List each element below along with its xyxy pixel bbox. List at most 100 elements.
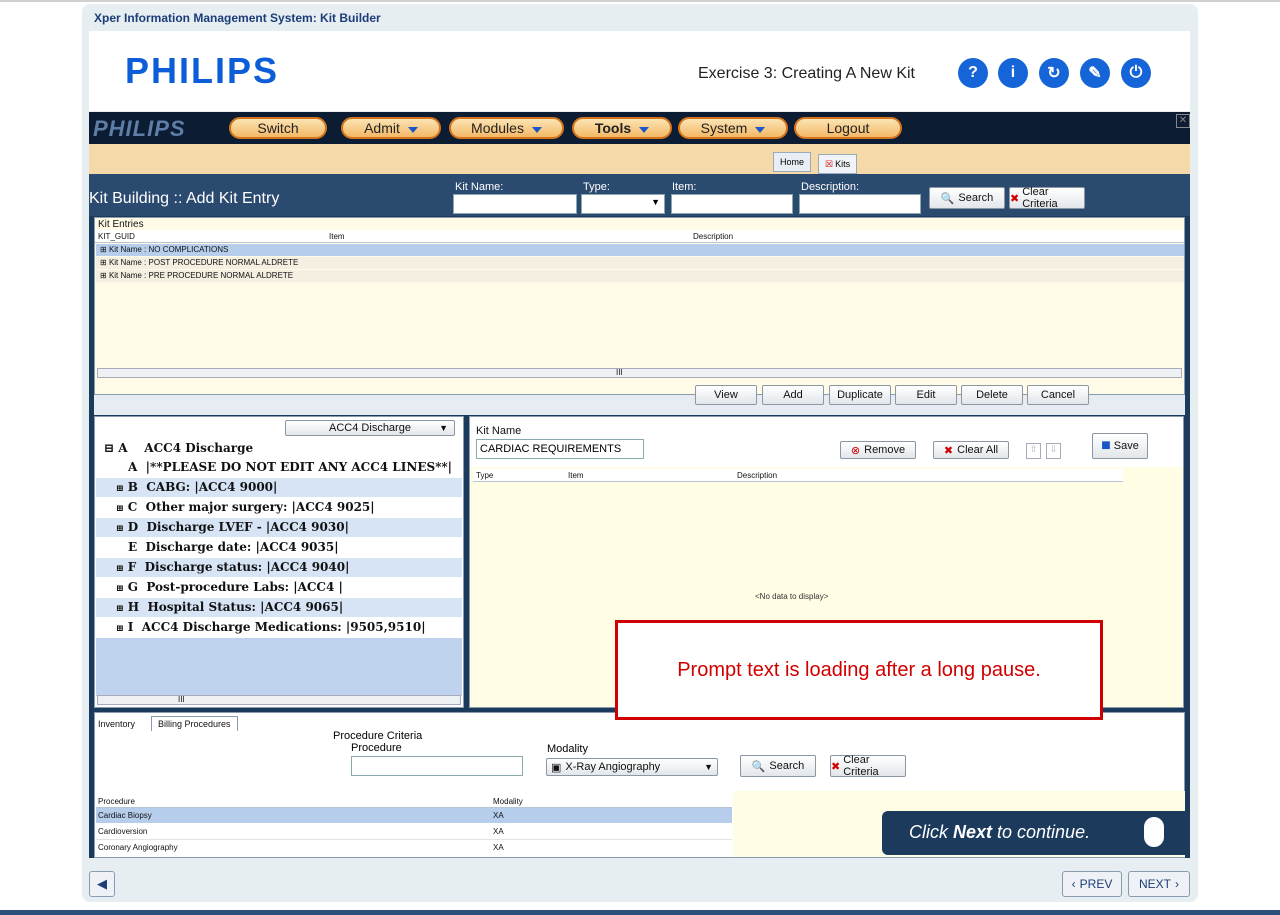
menu-modules[interactable]: Modules bbox=[449, 117, 564, 139]
save-button[interactable]: ■ Save bbox=[1092, 433, 1148, 459]
expand-icon[interactable]: ⊞ bbox=[116, 584, 124, 594]
menu-logout[interactable]: Logout bbox=[794, 117, 902, 139]
clear-all-button[interactable]: ✖ Clear All bbox=[933, 441, 1009, 459]
menu-system[interactable]: System bbox=[678, 117, 788, 139]
type-select[interactable]: ▼ bbox=[581, 194, 665, 214]
xray-icon: ▣ bbox=[551, 761, 562, 774]
horizontal-scrollbar[interactable]: III bbox=[97, 368, 1182, 378]
mouse-icon bbox=[1144, 817, 1164, 847]
expand-icon[interactable]: ⊞ bbox=[116, 624, 124, 634]
procedure-input[interactable] bbox=[351, 756, 523, 776]
clear-criteria-button[interactable]: ✖ Clear Criteria bbox=[1009, 186, 1085, 210]
expand-icon[interactable]: ⊞ bbox=[116, 504, 124, 514]
add-label: Add bbox=[783, 389, 803, 401]
column-header: Description bbox=[737, 471, 778, 480]
tree-node[interactable]: A |**PLEASE DO NOT EDIT ANY ACC4 LINES**… bbox=[96, 458, 462, 477]
tree-node-key: F bbox=[127, 560, 137, 574]
tab-home[interactable]: Home bbox=[773, 152, 812, 172]
chevron-down-icon: ▼ bbox=[704, 762, 713, 772]
audio-button[interactable]: ◀ bbox=[89, 871, 115, 897]
info-button[interactable]: i bbox=[998, 58, 1028, 88]
tree-node[interactable]: ⊞ H Hospital Status: |ACC4 9065| bbox=[96, 598, 462, 617]
duplicate-button[interactable]: Duplicate bbox=[829, 385, 891, 405]
kit-name-input[interactable] bbox=[453, 194, 577, 214]
chevron-down-icon: ▼ bbox=[651, 197, 660, 207]
menu-tools[interactable]: Tools bbox=[572, 117, 672, 139]
procedure-search-button[interactable]: 🔍 Search bbox=[740, 755, 816, 777]
tree-node[interactable]: ⊞ D Discharge LVEF - |ACC4 9030| bbox=[96, 518, 462, 537]
cancel-button[interactable]: Cancel bbox=[1027, 385, 1089, 405]
clear-icon: ✖ bbox=[1010, 192, 1020, 205]
next-button[interactable]: NEXT › bbox=[1128, 871, 1190, 897]
edit-button[interactable]: Edit bbox=[895, 385, 957, 405]
procedure-clear-button[interactable]: ✖ Clear Criteria bbox=[830, 754, 906, 778]
cancel-label: Cancel bbox=[1040, 389, 1076, 401]
chevron-right-icon: › bbox=[1175, 877, 1179, 891]
tree-node[interactable]: E Discharge date: |ACC4 9035| bbox=[96, 538, 462, 557]
row-label: Kit Name : POST PROCEDURE NORMAL ALDRETE bbox=[108, 258, 299, 267]
restart-button[interactable]: ↻ bbox=[1039, 58, 1069, 88]
tree-category-select[interactable]: ACC4 Discharge ▼ bbox=[285, 420, 455, 436]
tree-node[interactable]: ⊞ I ACC4 Discharge Medications: |9505,95… bbox=[96, 618, 462, 637]
expand-icon[interactable]: ⊞ bbox=[116, 564, 124, 574]
modality-cell: XA bbox=[493, 811, 504, 820]
kit-name-editor-input[interactable]: CARDIAC REQUIREMENTS bbox=[476, 439, 644, 459]
tree-empty-area bbox=[96, 638, 462, 696]
table-row[interactable]: Cardioversion XA bbox=[96, 824, 732, 840]
expand-icon[interactable]: ⊞ bbox=[116, 524, 124, 534]
app-screen: PHILIPS Switch Admit Modules Tools Syste… bbox=[89, 112, 1190, 858]
menu-admit[interactable]: Admit bbox=[341, 117, 441, 139]
type-label: Type: bbox=[583, 181, 610, 193]
modality-select[interactable]: ▣ X-Ray Angiography ▼ bbox=[546, 758, 718, 776]
view-button[interactable]: View bbox=[695, 385, 757, 405]
table-row[interactable]: Cardiac Biopsy XA bbox=[96, 808, 732, 823]
next-hint: Click Next to continue. bbox=[882, 811, 1190, 855]
tree-node[interactable]: ⊞ G Post-procedure Labs: |ACC4 | bbox=[96, 578, 462, 597]
menu-logout-label: Logout bbox=[826, 120, 870, 136]
tab-billing-procedures[interactable]: Billing Procedures bbox=[151, 716, 238, 731]
tab-inventory[interactable]: Inventory bbox=[98, 719, 135, 729]
tab-kits[interactable]: ☒ Kits bbox=[818, 154, 858, 174]
next-hint-prefix: Click bbox=[909, 822, 953, 842]
tree-node-label: ACC4 Discharge Medications: |9505,9510| bbox=[141, 620, 426, 634]
table-row[interactable]: ⊞ Kit Name : PRE PROCEDURE NORMAL ALDRET… bbox=[96, 270, 1184, 282]
table-row[interactable]: Coronary Angiography XA bbox=[96, 840, 732, 855]
prompt-box: Prompt text is loading after a long paus… bbox=[615, 620, 1103, 720]
table-row[interactable]: ⊞ Kit Name : POST PROCEDURE NORMAL ALDRE… bbox=[96, 257, 1184, 269]
scroll-thumb-mark: III bbox=[178, 695, 185, 704]
notes-button[interactable]: ✎ bbox=[1080, 58, 1110, 88]
collapse-icon[interactable]: ⊟ bbox=[104, 441, 114, 455]
horizontal-scrollbar[interactable]: III bbox=[97, 695, 461, 705]
tree-node[interactable]: ⊞ B CABG: |ACC4 9000| bbox=[96, 478, 462, 497]
tree-node[interactable]: ⊞ C Other major surgery: |ACC4 9025| bbox=[96, 498, 462, 517]
column-header: KIT_GUID bbox=[98, 232, 135, 241]
close-icon[interactable]: ✕ bbox=[1176, 114, 1190, 128]
expand-icon[interactable]: ⊞ bbox=[116, 484, 124, 494]
add-button[interactable]: Add bbox=[762, 385, 824, 405]
description-input[interactable] bbox=[799, 194, 921, 214]
tree-node[interactable]: ⊞ F Discharge status: |ACC4 9040| bbox=[96, 558, 462, 577]
chevron-down-icon bbox=[755, 126, 766, 133]
delete-button[interactable]: Delete bbox=[961, 385, 1023, 405]
menu-switch[interactable]: Switch bbox=[229, 117, 327, 139]
expand-icon[interactable]: ⊞ bbox=[116, 604, 124, 614]
table-row[interactable]: ⊞ Kit Name : NO COMPLICATIONS bbox=[96, 244, 1184, 256]
search-button[interactable]: 🔍 Search bbox=[929, 187, 1005, 209]
remove-button[interactable]: ⊗ Remove bbox=[840, 441, 916, 459]
tab-kits-label: Kits bbox=[835, 159, 851, 169]
move-up-icon[interactable]: ⇧ bbox=[1026, 443, 1041, 459]
prev-button[interactable]: ‹ PREV bbox=[1062, 871, 1122, 897]
move-down-icon[interactable]: ⇩ bbox=[1046, 443, 1061, 459]
tree-node-label: CABG: |ACC4 9000| bbox=[146, 480, 278, 494]
chevron-down-icon bbox=[407, 126, 418, 133]
menu-tools-label: Tools bbox=[594, 120, 632, 136]
procedure-cell: Cardioversion bbox=[98, 827, 148, 836]
procedures-header bbox=[96, 795, 732, 808]
tree-node[interactable]: ⊟ A ACC4 Discharge bbox=[96, 439, 462, 458]
close-icon[interactable]: ☒ bbox=[825, 159, 833, 170]
item-input[interactable] bbox=[671, 194, 793, 214]
delete-label: Delete bbox=[976, 389, 1008, 401]
help-button[interactable]: ? bbox=[958, 58, 988, 88]
tab-band bbox=[89, 144, 1190, 174]
exit-button[interactable]: ⏻ bbox=[1121, 58, 1151, 88]
